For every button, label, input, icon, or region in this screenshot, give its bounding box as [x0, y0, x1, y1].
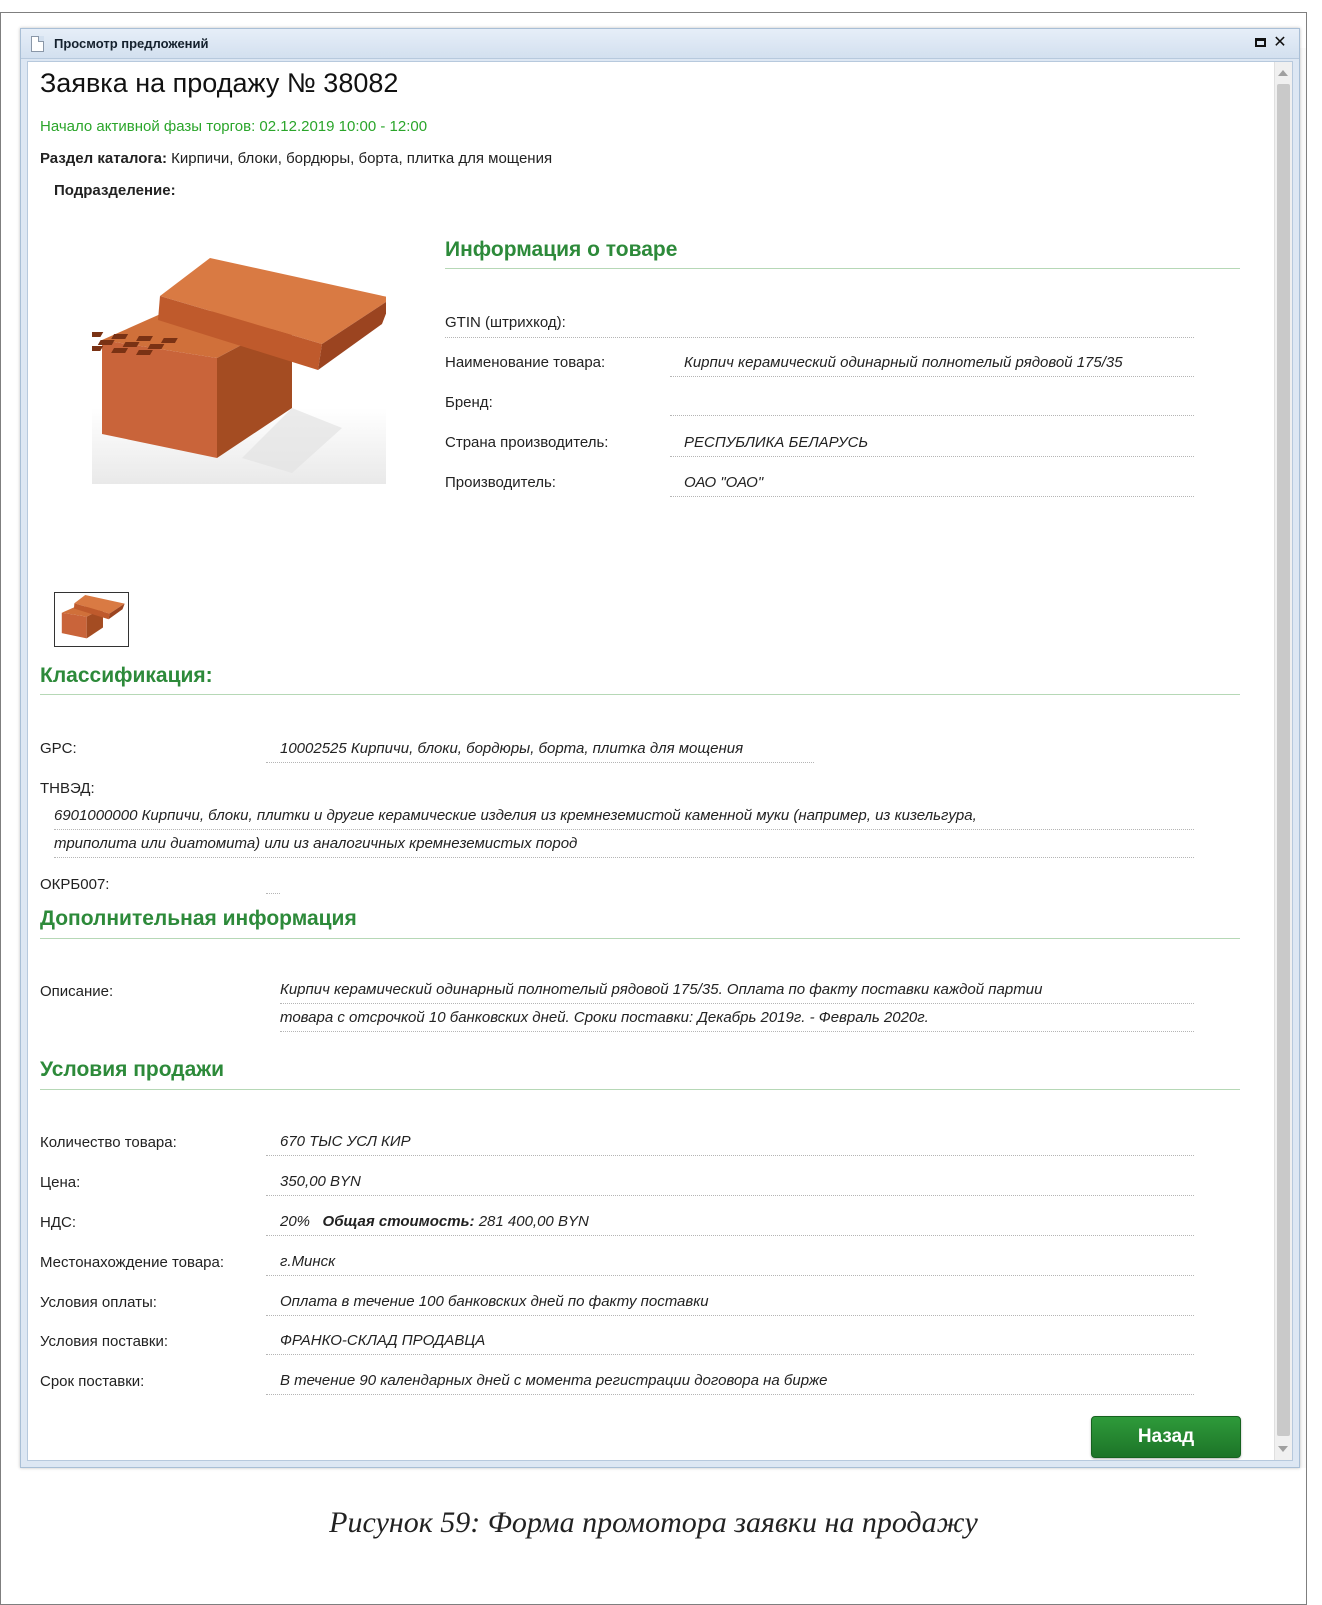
product-info-title: Информация о товаре — [445, 238, 678, 261]
product-image — [92, 258, 386, 484]
description-line-2: товара с отсрочкой 10 банковских дней. С… — [280, 1004, 1194, 1032]
tnved-line-2: триполита или диатомита) или из аналогич… — [54, 830, 1194, 858]
delivery-period-value: В течение 90 календарных дней с момента … — [266, 1372, 1194, 1395]
catalog-value: Кирпичи, блоки, бордюры, борта, плитка д… — [171, 150, 553, 167]
product-info-divider — [445, 268, 1240, 269]
brand-value — [670, 390, 1194, 416]
location-label: Местонахождение товара: — [40, 1254, 225, 1271]
scroll-down-arrow-icon[interactable] — [1278, 1446, 1288, 1452]
additional-info-divider — [40, 938, 1240, 939]
country-value: РЕСПУБЛИКА БЕЛАРУСЬ — [670, 434, 1194, 457]
gpc-label: GPC: — [40, 740, 77, 757]
catalog-label: Раздел каталога: — [40, 150, 167, 167]
vat-value: 20% — [280, 1213, 311, 1230]
okrb-value — [266, 880, 280, 894]
vat-total-row: 20% Общая стоимость: 281 400,00 BYN — [266, 1213, 1194, 1236]
total-label: Общая стоимость: — [322, 1213, 475, 1230]
back-button[interactable]: Назад — [1091, 1416, 1241, 1458]
additional-info-title: Дополнительная информация — [40, 907, 357, 930]
total-value: 281 400,00 BYN — [478, 1213, 589, 1230]
payment-terms-label: Условия оплаты: — [40, 1294, 157, 1311]
figure-caption: Рисунок 59: Форма промотора заявки на пр… — [329, 1506, 978, 1539]
gtin-value-line — [445, 312, 1194, 338]
brand-label: Бренд: — [445, 394, 493, 411]
page-title: Заявка на продажу № 38082 — [40, 68, 399, 98]
product-name-value: Кирпич керамический одинарный полнотелый… — [670, 354, 1194, 377]
classification-title: Классификация: — [40, 664, 213, 687]
sale-terms-divider — [40, 1089, 1240, 1090]
price-label: Цена: — [40, 1174, 81, 1191]
country-label: Страна производитель: — [445, 434, 609, 451]
offers-view-window: Просмотр предложений ✕ Заявка на продажу… — [20, 28, 1300, 1468]
location-value: г.Минск — [266, 1253, 1194, 1276]
maximize-icon — [1254, 38, 1266, 47]
scroll-up-arrow-icon[interactable] — [1278, 70, 1288, 76]
gpc-value: 10002525 Кирпичи, блоки, бордюры, борта,… — [266, 740, 814, 763]
delivery-terms-value: ФРАНКО-СКЛАД ПРОДАВЦА — [266, 1332, 1194, 1355]
thumbnail-image — [59, 595, 125, 644]
delivery-terms-label: Условия поставки: — [40, 1333, 169, 1350]
manufacturer-value: ОАО "ОАО" — [670, 474, 1194, 497]
classification-divider — [40, 694, 1240, 695]
catalog-section: Раздел каталога: Кирпичи, блоки, бордюры… — [40, 150, 552, 167]
quantity-label: Количество товара: — [40, 1134, 177, 1151]
document-icon — [31, 36, 44, 52]
price-value: 350,00 BYN — [266, 1173, 1194, 1196]
product-name-label: Наименование товара: — [445, 354, 606, 371]
scroll-thumb[interactable] — [1277, 84, 1290, 1436]
tnved-value: 6901000000 Кирпичи, блоки, плитки и друг… — [40, 802, 1194, 858]
vat-label: НДС: — [40, 1214, 76, 1231]
tnved-line-1: 6901000000 Кирпичи, блоки, плитки и друг… — [54, 802, 1194, 830]
sale-terms-title: Условия продажи — [40, 1058, 225, 1081]
close-button[interactable]: ✕ — [1271, 33, 1289, 53]
quantity-value: 670 ТЫС УСЛ КИР — [266, 1133, 1194, 1156]
trading-phase-info: Начало активной фазы торгов: 02.12.2019 … — [40, 118, 428, 135]
close-icon: ✕ — [1273, 34, 1287, 51]
description-value: Кирпич керамический одинарный полнотелый… — [266, 976, 1194, 1032]
description-label: Описание: — [40, 983, 114, 1000]
window-title: Просмотр предложений — [54, 36, 209, 51]
manufacturer-label: Производитель: — [445, 474, 556, 491]
window-content: Заявка на продажу № 38082 Начало активно… — [27, 61, 1293, 1461]
delivery-period-label: Срок поставки: — [40, 1373, 145, 1390]
description-line-1: Кирпич керамический одинарный полнотелый… — [280, 976, 1194, 1004]
tnved-label: ТНВЭД: — [40, 780, 95, 797]
payment-terms-value: Оплата в течение 100 банковских дней по … — [266, 1293, 1194, 1316]
product-thumbnail[interactable] — [54, 592, 129, 647]
subdivision-label: Подразделение: — [54, 182, 176, 199]
window-titlebar[interactable]: Просмотр предложений ✕ — [21, 29, 1299, 59]
okrb-label: ОКРБ007: — [40, 876, 110, 893]
maximize-button[interactable] — [1251, 33, 1269, 53]
vertical-scrollbar[interactable] — [1274, 62, 1292, 1460]
